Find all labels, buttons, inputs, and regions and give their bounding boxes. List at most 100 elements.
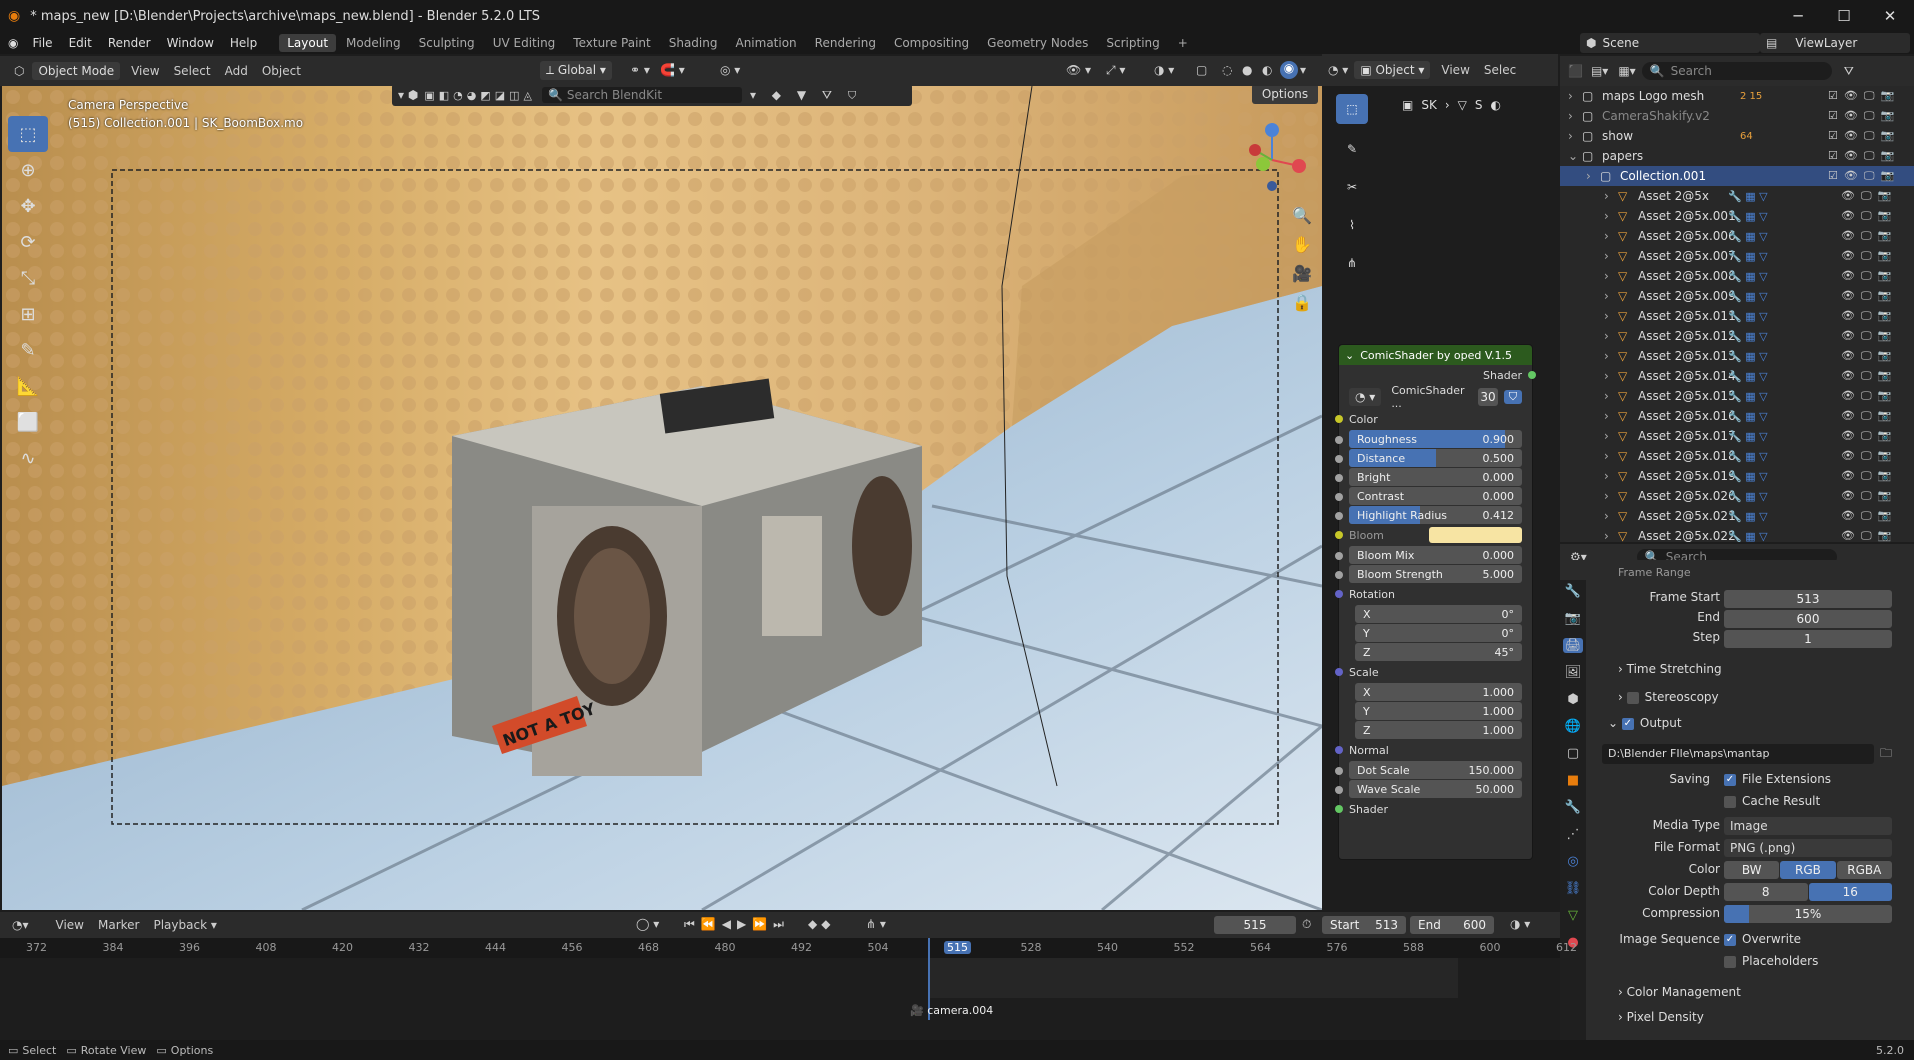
close-button[interactable]: ✕: [1868, 0, 1912, 32]
exclude-checkbox-icon[interactable]: ☑: [1828, 109, 1838, 123]
visibility-toggles[interactable]: ☑ 👁 🖵 📷: [1828, 109, 1894, 123]
outliner-row[interactable]: › ▽ Asset 2@5x 🔧 ▦ ▽ 👁 🖵 📷: [1560, 186, 1914, 206]
expand-arrow-icon[interactable]: ›: [1604, 249, 1609, 263]
node-link-tool-icon[interactable]: ⌇: [1336, 210, 1368, 240]
scale-socket[interactable]: [1335, 668, 1343, 676]
shader-param-socket[interactable]: [1335, 512, 1343, 520]
overwrite-checkbox[interactable]: ✓: [1724, 933, 1736, 946]
expand-arrow-icon[interactable]: ›: [1604, 209, 1609, 223]
node-annotate-tool-icon[interactable]: ✎: [1336, 134, 1368, 164]
monitor-icon[interactable]: 🖵: [1861, 449, 1872, 463]
node-menu-view[interactable]: View: [1434, 63, 1476, 77]
modifier-icons[interactable]: 🔧 ▦ ▽: [1728, 390, 1768, 403]
editor-type-icon[interactable]: ⬡: [14, 64, 24, 78]
visibility-toggles[interactable]: ☑ 👁 🖵 📷: [1828, 129, 1894, 143]
output-panel[interactable]: ⌄ ✓ Output: [1608, 716, 1682, 730]
expand-arrow-icon[interactable]: ›: [1604, 369, 1609, 383]
outliner-filter-icon[interactable]: ⛛: [1844, 64, 1854, 79]
node-menu-select[interactable]: Selec: [1477, 63, 1523, 77]
eye-icon[interactable]: 👁: [1841, 449, 1855, 463]
expand-arrow-icon[interactable]: ›: [1604, 349, 1609, 363]
keyframe-nav-icon[interactable]: ◆◆: [808, 917, 834, 931]
expand-arrow-icon[interactable]: ›: [1604, 389, 1609, 403]
shader-param-socket[interactable]: [1335, 474, 1343, 482]
filter-icon[interactable]: ▾ ◆ ▼ ⛛ ⛉: [750, 88, 862, 103]
shader-param-field[interactable]: Roughness 0.900: [1349, 430, 1522, 448]
visibility-toggles[interactable]: 👁 🖵 📷: [1828, 489, 1891, 503]
navigation-gizmo[interactable]: [1237, 122, 1307, 192]
frame-start-field[interactable]: 513: [1724, 590, 1892, 608]
eye-icon[interactable]: 👁: [1841, 309, 1855, 323]
outliner-row[interactable]: › ▽ Asset 2@5x.022 🔧 ▦ ▽ 👁 🖵 📷: [1560, 526, 1914, 542]
tab-geometry-nodes[interactable]: Geometry Nodes: [979, 34, 1096, 52]
render-camera-icon[interactable]: 📷: [1878, 469, 1892, 483]
modifier-icons[interactable]: 🔧 ▦ ▽: [1728, 450, 1768, 463]
eye-icon[interactable]: 👁: [1841, 349, 1855, 363]
expand-arrow-icon[interactable]: ›: [1604, 409, 1609, 423]
move-tool-icon[interactable]: ✥: [8, 188, 48, 224]
expand-arrow-icon[interactable]: ›: [1604, 329, 1609, 343]
render-tab-icon[interactable]: 📷: [1565, 611, 1581, 626]
tab-shading[interactable]: Shading: [661, 34, 726, 52]
exclude-checkbox-icon[interactable]: [1828, 189, 1835, 203]
outliner-row[interactable]: › ▽ Asset 2@5x.012 🔧 ▦ ▽ 👁 🖵 📷: [1560, 326, 1914, 346]
rotation-axis-field[interactable]: Z 45°: [1355, 643, 1522, 661]
display-mode-icon[interactable]: ▤▾: [1591, 64, 1608, 78]
outliner-row[interactable]: › ▽ Asset 2@5x.001 🔧 ▦ ▽ 👁 🖵 📷: [1560, 206, 1914, 226]
minimize-button[interactable]: ─: [1776, 0, 1820, 32]
current-frame-field[interactable]: 515: [1214, 916, 1296, 934]
outliner-row[interactable]: › ▽ Asset 2@5x.019 🔧 ▦ ▽ 👁 🖵 📷: [1560, 466, 1914, 486]
shading-solid-icon[interactable]: ●: [1242, 63, 1252, 77]
shader-param-socket[interactable]: [1335, 455, 1343, 463]
bloom-param-socket[interactable]: [1335, 552, 1343, 560]
viewlayer-selector[interactable]: ▤ ViewLayer: [1760, 33, 1910, 53]
monitor-icon[interactable]: 🖵: [1861, 249, 1872, 263]
scale-tool-icon[interactable]: ⤡: [8, 260, 48, 296]
eye-icon[interactable]: 👁: [1844, 89, 1858, 103]
render-camera-icon[interactable]: 📷: [1878, 429, 1892, 443]
exclude-checkbox-icon[interactable]: [1828, 329, 1835, 343]
exclude-checkbox-icon[interactable]: [1828, 289, 1835, 303]
users-count[interactable]: 30: [1478, 388, 1498, 406]
visibility-toggles[interactable]: 👁 🖵 📷: [1828, 369, 1891, 383]
rotate-tool-icon[interactable]: ⟳: [8, 224, 48, 260]
modifier-icons[interactable]: 🔧 ▦ ▽: [1728, 210, 1768, 223]
frame-step-field[interactable]: 1: [1724, 630, 1892, 648]
visibility-toggles[interactable]: 👁 🖵 📷: [1828, 409, 1891, 423]
gizmo-icon[interactable]: ⤢ ▾: [1106, 63, 1125, 78]
transform-tool-icon[interactable]: ⊞: [8, 296, 48, 332]
render-camera-icon[interactable]: 📷: [1878, 289, 1892, 303]
monitor-icon[interactable]: 🖵: [1861, 329, 1872, 343]
timeline-menu-marker[interactable]: Marker: [91, 918, 146, 932]
monitor-icon[interactable]: 🖵: [1861, 309, 1872, 323]
file-format-dropdown[interactable]: PNG (.png): [1724, 839, 1892, 857]
tab-uv-editing[interactable]: UV Editing: [485, 34, 564, 52]
modifier-icons[interactable]: 🔧 ▦ ▽: [1728, 410, 1768, 423]
exclude-checkbox-icon[interactable]: [1828, 349, 1835, 363]
eye-icon[interactable]: 👁: [1844, 129, 1858, 143]
overlay-icon[interactable]: ◑ ▾: [1154, 63, 1174, 77]
monitor-icon[interactable]: 🖵: [1861, 489, 1872, 503]
monitor-icon[interactable]: 🖵: [1864, 169, 1875, 183]
monitor-icon[interactable]: 🖵: [1861, 409, 1872, 423]
exclude-checkbox-icon[interactable]: [1828, 409, 1835, 423]
eye-icon[interactable]: 👁: [1841, 389, 1855, 403]
proportional-edit-icon[interactable]: ◎ ▾: [720, 63, 740, 77]
render-camera-icon[interactable]: 📷: [1878, 389, 1892, 403]
normal-param-field[interactable]: Dot Scale 150.000: [1349, 761, 1522, 779]
exclude-checkbox-icon[interactable]: [1828, 269, 1835, 283]
expand-arrow-icon[interactable]: ›: [1604, 449, 1609, 463]
asset-type-icons[interactable]: ▣◧◔◕◩◪◫◬: [424, 89, 536, 102]
pixel-density-panel[interactable]: › Pixel Density: [1618, 1010, 1704, 1024]
physics-tab-icon[interactable]: ◎: [1567, 854, 1578, 869]
node-select-tool-icon[interactable]: ⬚: [1336, 94, 1368, 124]
visibility-toggles[interactable]: 👁 🖵 📷: [1828, 469, 1891, 483]
timeline-tracks[interactable]: 🎥 camera.004: [0, 938, 1560, 1020]
shading-rendered-icon[interactable]: ◉: [1280, 61, 1298, 79]
modifier-icons[interactable]: 🔧 ▦ ▽: [1728, 250, 1768, 263]
modifier-tab-icon[interactable]: 🔧: [1565, 800, 1581, 815]
overwrite-option[interactable]: ✓ Overwrite: [1724, 932, 1801, 946]
snap-timeline-icon[interactable]: ⋔ ▾: [866, 917, 886, 931]
monitor-icon[interactable]: 🖵: [1864, 109, 1875, 123]
nodegroup-icon[interactable]: ◔ ▾: [1349, 388, 1382, 406]
